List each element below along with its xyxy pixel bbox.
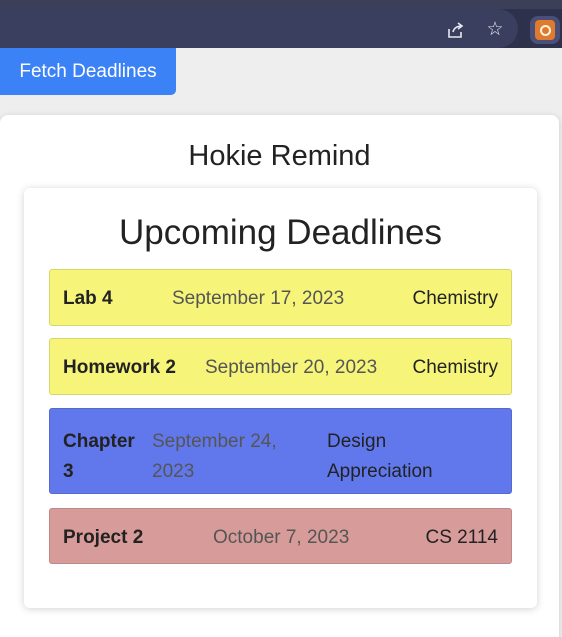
- fetch-deadlines-button[interactable]: Fetch Deadlines: [0, 48, 176, 95]
- deadline-course: Chemistry: [412, 288, 498, 309]
- deadline-row[interactable]: Project 2 October 7, 2023 CS 2114: [49, 508, 512, 564]
- deadline-name: Chapter 3: [63, 431, 135, 482]
- deadline-course: Chemistry: [412, 357, 498, 378]
- deadline-row[interactable]: Lab 4 September 17, 2023 Chemistry: [49, 269, 512, 326]
- deadline-row[interactable]: Chapter 3 September 24, 2023 Design Appr…: [49, 408, 512, 494]
- deadline-row[interactable]: Homework 2 September 20, 2023 Chemistry: [49, 338, 512, 395]
- deadline-name: Project 2: [63, 527, 144, 548]
- bookmark-star-icon[interactable]: ☆: [485, 20, 505, 40]
- deadline-date: October 7, 2023: [213, 527, 350, 548]
- tab-strip: [0, 0, 562, 9]
- deadline-course: CS 2114: [425, 527, 498, 548]
- deadlines-heading: Upcoming Deadlines: [119, 213, 442, 252]
- deadline-date: September 20, 2023: [205, 357, 378, 378]
- browser-toolbar: ☆: [0, 0, 562, 48]
- deadline-course: Design Appreciation: [327, 431, 433, 482]
- deadline-date: September 24, 2023: [152, 431, 277, 482]
- deadline-name: Lab 4: [63, 288, 113, 309]
- deadline-date: September 17, 2023: [172, 288, 345, 309]
- app-title: Hokie Remind: [188, 140, 371, 172]
- deadline-name: Homework 2: [63, 357, 176, 378]
- extension-icon[interactable]: [530, 16, 560, 44]
- share-icon[interactable]: [445, 20, 465, 40]
- address-bar[interactable]: [0, 9, 518, 48]
